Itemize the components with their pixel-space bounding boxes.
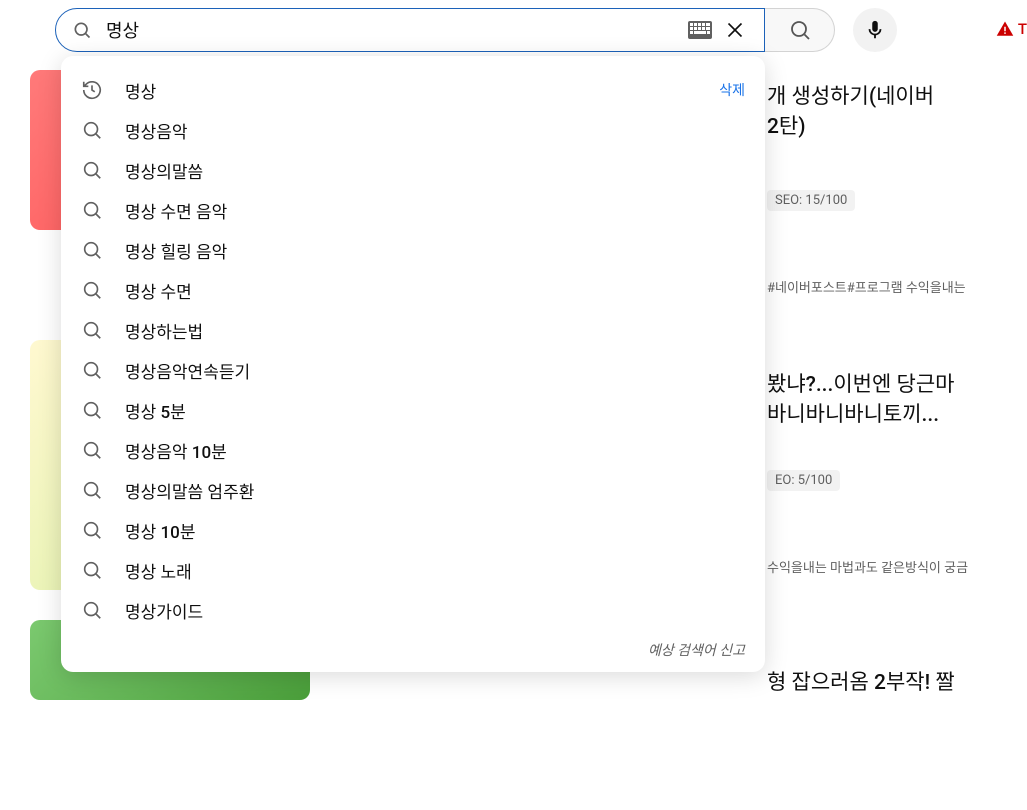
suggestion-item[interactable]: 명상하는법 — [61, 310, 765, 350]
search-icon — [81, 279, 105, 301]
suggestion-item[interactable]: 명상 수면 — [61, 270, 765, 310]
history-icon — [81, 79, 105, 101]
keyboard-icon[interactable] — [688, 21, 712, 39]
video-title[interactable]: 봤냐?...이번엔 당근마 바니바니바니토끼... — [767, 368, 1027, 428]
search-icon — [81, 199, 105, 221]
search-input[interactable] — [106, 20, 688, 41]
search-icon — [81, 239, 105, 261]
mic-button[interactable] — [853, 8, 897, 52]
suggestion-text: 명상 힐링 음악 — [125, 238, 745, 263]
search-bar — [55, 8, 897, 52]
suggestion-item[interactable]: 명상의말씀 — [61, 150, 765, 190]
video-title[interactable]: 개 생성하기(네이버 2탄) — [767, 80, 1027, 140]
suggestion-text: 명상 5분 — [125, 398, 745, 423]
suggestion-text: 명상 수면 — [125, 278, 745, 303]
suggestion-item[interactable]: 명상음악연속듣기 — [61, 350, 765, 390]
suggestion-text: 명상의말씀 — [125, 158, 745, 183]
suggestion-text: 명상 노래 — [125, 558, 745, 583]
suggestion-item[interactable]: 명상의말씀 엄주환 — [61, 470, 765, 510]
suggestion-text: 명상 수면 음악 — [125, 198, 745, 223]
warning-indicator[interactable]: T — [996, 20, 1027, 38]
suggestion-item[interactable]: 명상 노래 — [61, 550, 765, 590]
suggestion-item[interactable]: 명상 10분 — [61, 510, 765, 550]
video-tags: #네이버포스트#프로그램 수익을내는 — [767, 277, 1027, 296]
search-icon — [72, 20, 92, 40]
clear-icon[interactable] — [722, 17, 748, 43]
suggestion-text: 명상하는법 — [125, 318, 745, 343]
search-icon — [81, 479, 105, 501]
suggestion-item[interactable]: 명상음악 — [61, 110, 765, 150]
suggestion-item[interactable]: 명상 5분 — [61, 390, 765, 430]
seo-badge: EO: 5/100 — [767, 470, 840, 491]
search-icon — [81, 599, 105, 621]
seo-badge: SEO: 15/100 — [767, 190, 855, 211]
suggestion-text: 명상음악 — [125, 118, 745, 143]
search-icon — [81, 399, 105, 421]
suggestion-item[interactable]: 명상삭제 — [61, 70, 765, 110]
video-title[interactable]: 형 잡으러옴 2부작! 짤 — [767, 666, 1027, 696]
suggestion-text: 명상음악연속듣기 — [125, 358, 745, 383]
search-icon — [81, 119, 105, 141]
suggestion-text: 명상 — [125, 78, 719, 103]
video-tags: 수익을내는 마법과도 같은방식이 궁금 — [767, 557, 1027, 576]
suggestion-item[interactable]: 명상음악 10분 — [61, 430, 765, 470]
search-suggestions-dropdown: 명상삭제명상음악명상의말씀명상 수면 음악명상 힐링 음악명상 수면명상하는법명… — [61, 56, 765, 672]
suggestion-text: 명상가이드 — [125, 598, 745, 623]
suggestion-item[interactable]: 명상 수면 음악 — [61, 190, 765, 230]
delete-suggestion-link[interactable]: 삭제 — [719, 80, 745, 100]
report-suggestions-link[interactable]: 예상 검색어 신고 — [61, 630, 765, 664]
suggestion-item[interactable]: 명상 힐링 음악 — [61, 230, 765, 270]
search-icon — [81, 439, 105, 461]
search-icon — [81, 159, 105, 181]
search-icon — [81, 519, 105, 541]
search-button[interactable] — [765, 8, 835, 52]
suggestion-text: 명상음악 10분 — [125, 438, 745, 463]
search-icon — [81, 319, 105, 341]
suggestion-text: 명상 10분 — [125, 518, 745, 543]
suggestion-item[interactable]: 명상가이드 — [61, 590, 765, 630]
suggestion-text: 명상의말씀 엄주환 — [125, 478, 745, 503]
search-icon — [81, 359, 105, 381]
search-icon — [81, 559, 105, 581]
search-box[interactable] — [55, 8, 765, 52]
